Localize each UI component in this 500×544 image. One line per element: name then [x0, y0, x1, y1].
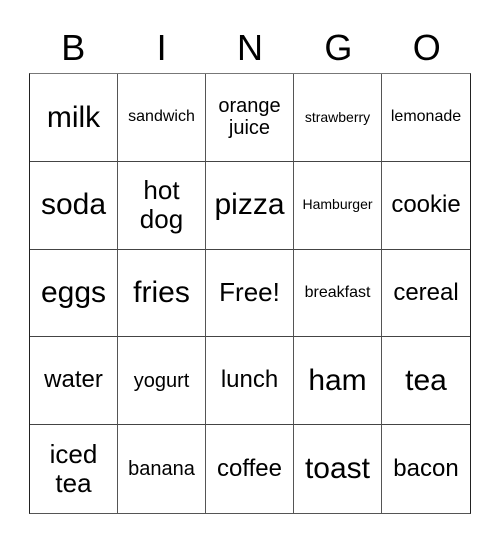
cell-label: fries	[133, 276, 190, 310]
bingo-cell[interactable]: eggs	[30, 249, 118, 338]
bingo-cell[interactable]: lunch	[206, 337, 294, 426]
cell-label: orange juice	[218, 95, 281, 140]
header-letter-b: B	[61, 27, 86, 68]
cell-label: coffee	[217, 454, 282, 482]
bingo-cell[interactable]: Hamburger	[294, 161, 382, 250]
cell-label: iced tea	[49, 438, 98, 499]
bingo-cell[interactable]: water	[30, 337, 118, 426]
header-letter-o: O	[412, 27, 441, 68]
bingo-cell[interactable]: fries	[118, 249, 206, 338]
cell-label: banana	[128, 457, 195, 480]
cell-label: lemonade	[390, 108, 462, 126]
bingo-cell[interactable]: orange juice	[206, 74, 294, 162]
bingo-cell[interactable]: pizza	[206, 161, 294, 250]
header-letter-i: I	[156, 27, 167, 68]
bingo-cell[interactable]: iced tea	[30, 425, 118, 513]
cell-label: yogurt	[133, 369, 190, 392]
cell-label: eggs	[40, 276, 107, 310]
cell-label: breakfast	[304, 284, 371, 302]
bingo-cell[interactable]: bacon	[382, 425, 470, 513]
bingo-cell[interactable]: toast	[294, 425, 382, 513]
cell-label: bacon	[393, 454, 459, 482]
cell-label: Free!	[219, 277, 280, 308]
bingo-cell[interactable]: yogurt	[118, 337, 206, 426]
bingo-cell[interactable]: ham	[294, 337, 382, 426]
bingo-cell[interactable]: tea	[382, 337, 470, 426]
bingo-cell[interactable]: milk	[30, 74, 118, 162]
cell-label: lunch	[220, 366, 279, 394]
free-space-cell[interactable]: Free!	[206, 249, 294, 338]
bingo-cell[interactable]: soda	[30, 161, 118, 250]
cell-label: toast	[304, 452, 371, 486]
bingo-cell[interactable]: strawberry	[294, 74, 382, 162]
cell-label: sandwich	[128, 108, 195, 126]
cell-label: milk	[46, 100, 101, 134]
header-letter-g: G	[324, 27, 353, 68]
cell-label: ham	[308, 363, 367, 397]
cell-label: Hamburger	[302, 196, 373, 213]
bingo-cell[interactable]: lemonade	[382, 74, 470, 162]
bingo-cell[interactable]: banana	[118, 425, 206, 513]
cell-label: strawberry	[304, 108, 371, 125]
bingo-cell[interactable]: breakfast	[294, 249, 382, 338]
cell-label: hot dog	[139, 175, 184, 235]
bingo-cell[interactable]: cookie	[382, 162, 470, 250]
bingo-header: B I N G O	[29, 24, 471, 72]
cell-label: cookie	[391, 190, 461, 218]
cell-label: cereal	[393, 278, 459, 306]
bingo-cell[interactable]: sandwich	[118, 74, 206, 162]
cell-label: pizza	[214, 188, 285, 222]
bingo-cell[interactable]: coffee	[206, 425, 294, 513]
bingo-card-grid: milk sandwich orange juice strawberry le…	[29, 73, 471, 514]
bingo-cell[interactable]: cereal	[382, 250, 470, 338]
header-letter-n: N	[236, 27, 263, 68]
cell-label: soda	[40, 188, 107, 222]
cell-label: tea	[405, 363, 447, 397]
bingo-cell[interactable]: hot dog	[118, 161, 206, 250]
cell-label: water	[44, 366, 103, 394]
